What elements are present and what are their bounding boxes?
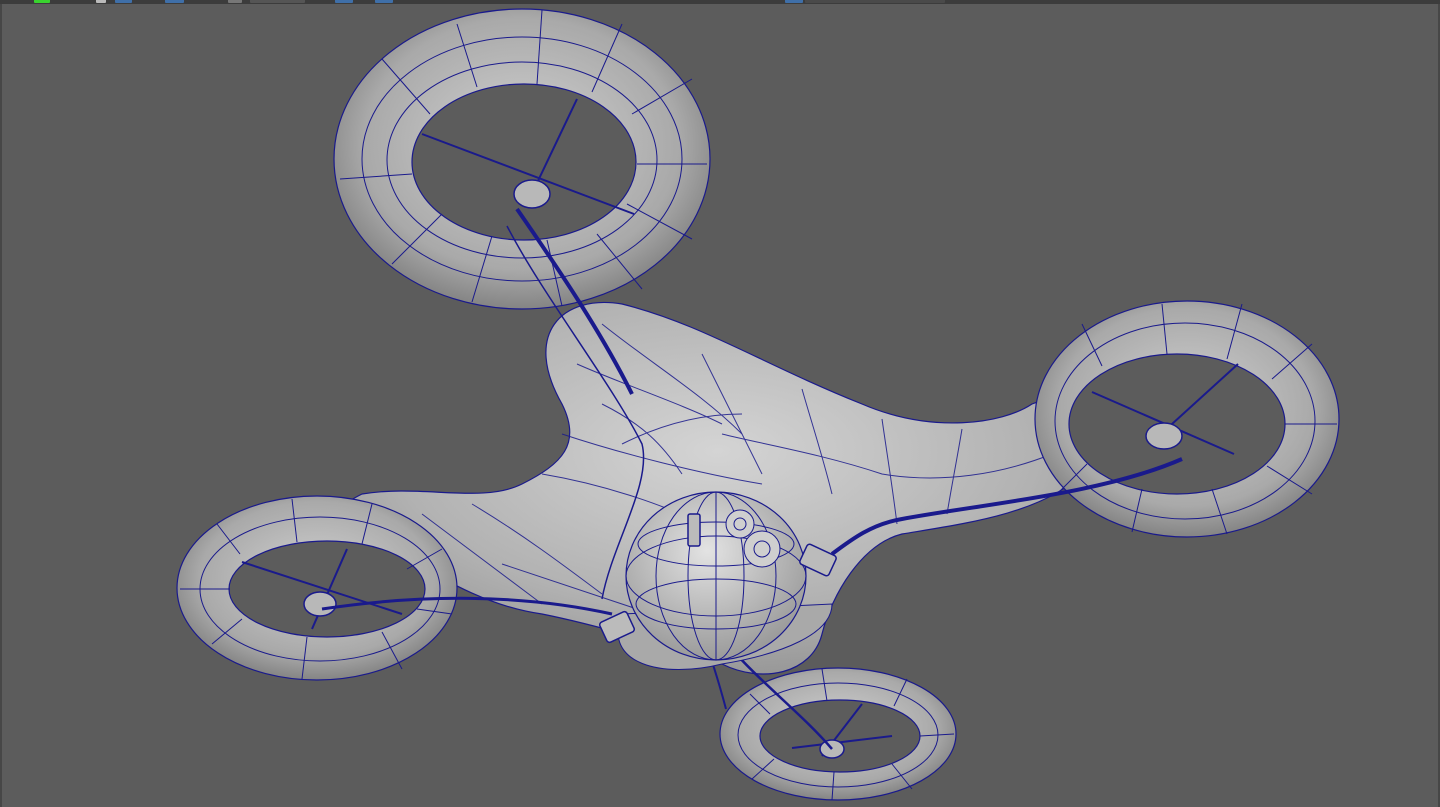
wireframe-toggle-icon[interactable] <box>375 0 393 3</box>
rotor-ring-right[interactable] <box>1034 300 1340 538</box>
grid-snap-icon[interactable] <box>115 0 132 3</box>
rotor-ring-bottom[interactable] <box>719 667 957 801</box>
select-tool-icon[interactable] <box>34 0 50 3</box>
camera-icon[interactable] <box>228 0 242 3</box>
drone-model[interactable] <box>2 4 1438 807</box>
layout-icon[interactable] <box>96 0 106 3</box>
shading-icon[interactable] <box>335 0 353 3</box>
perspective-viewport[interactable] <box>0 4 1440 807</box>
display-icon[interactable] <box>250 0 305 3</box>
maya-app-window <box>0 0 1440 807</box>
camera-field[interactable] <box>805 0 945 3</box>
rotor-ring-left[interactable] <box>176 495 458 681</box>
curve-snap-icon[interactable] <box>165 0 184 3</box>
isolate-icon[interactable] <box>785 0 803 3</box>
rotor-ring-top[interactable] <box>333 8 711 310</box>
